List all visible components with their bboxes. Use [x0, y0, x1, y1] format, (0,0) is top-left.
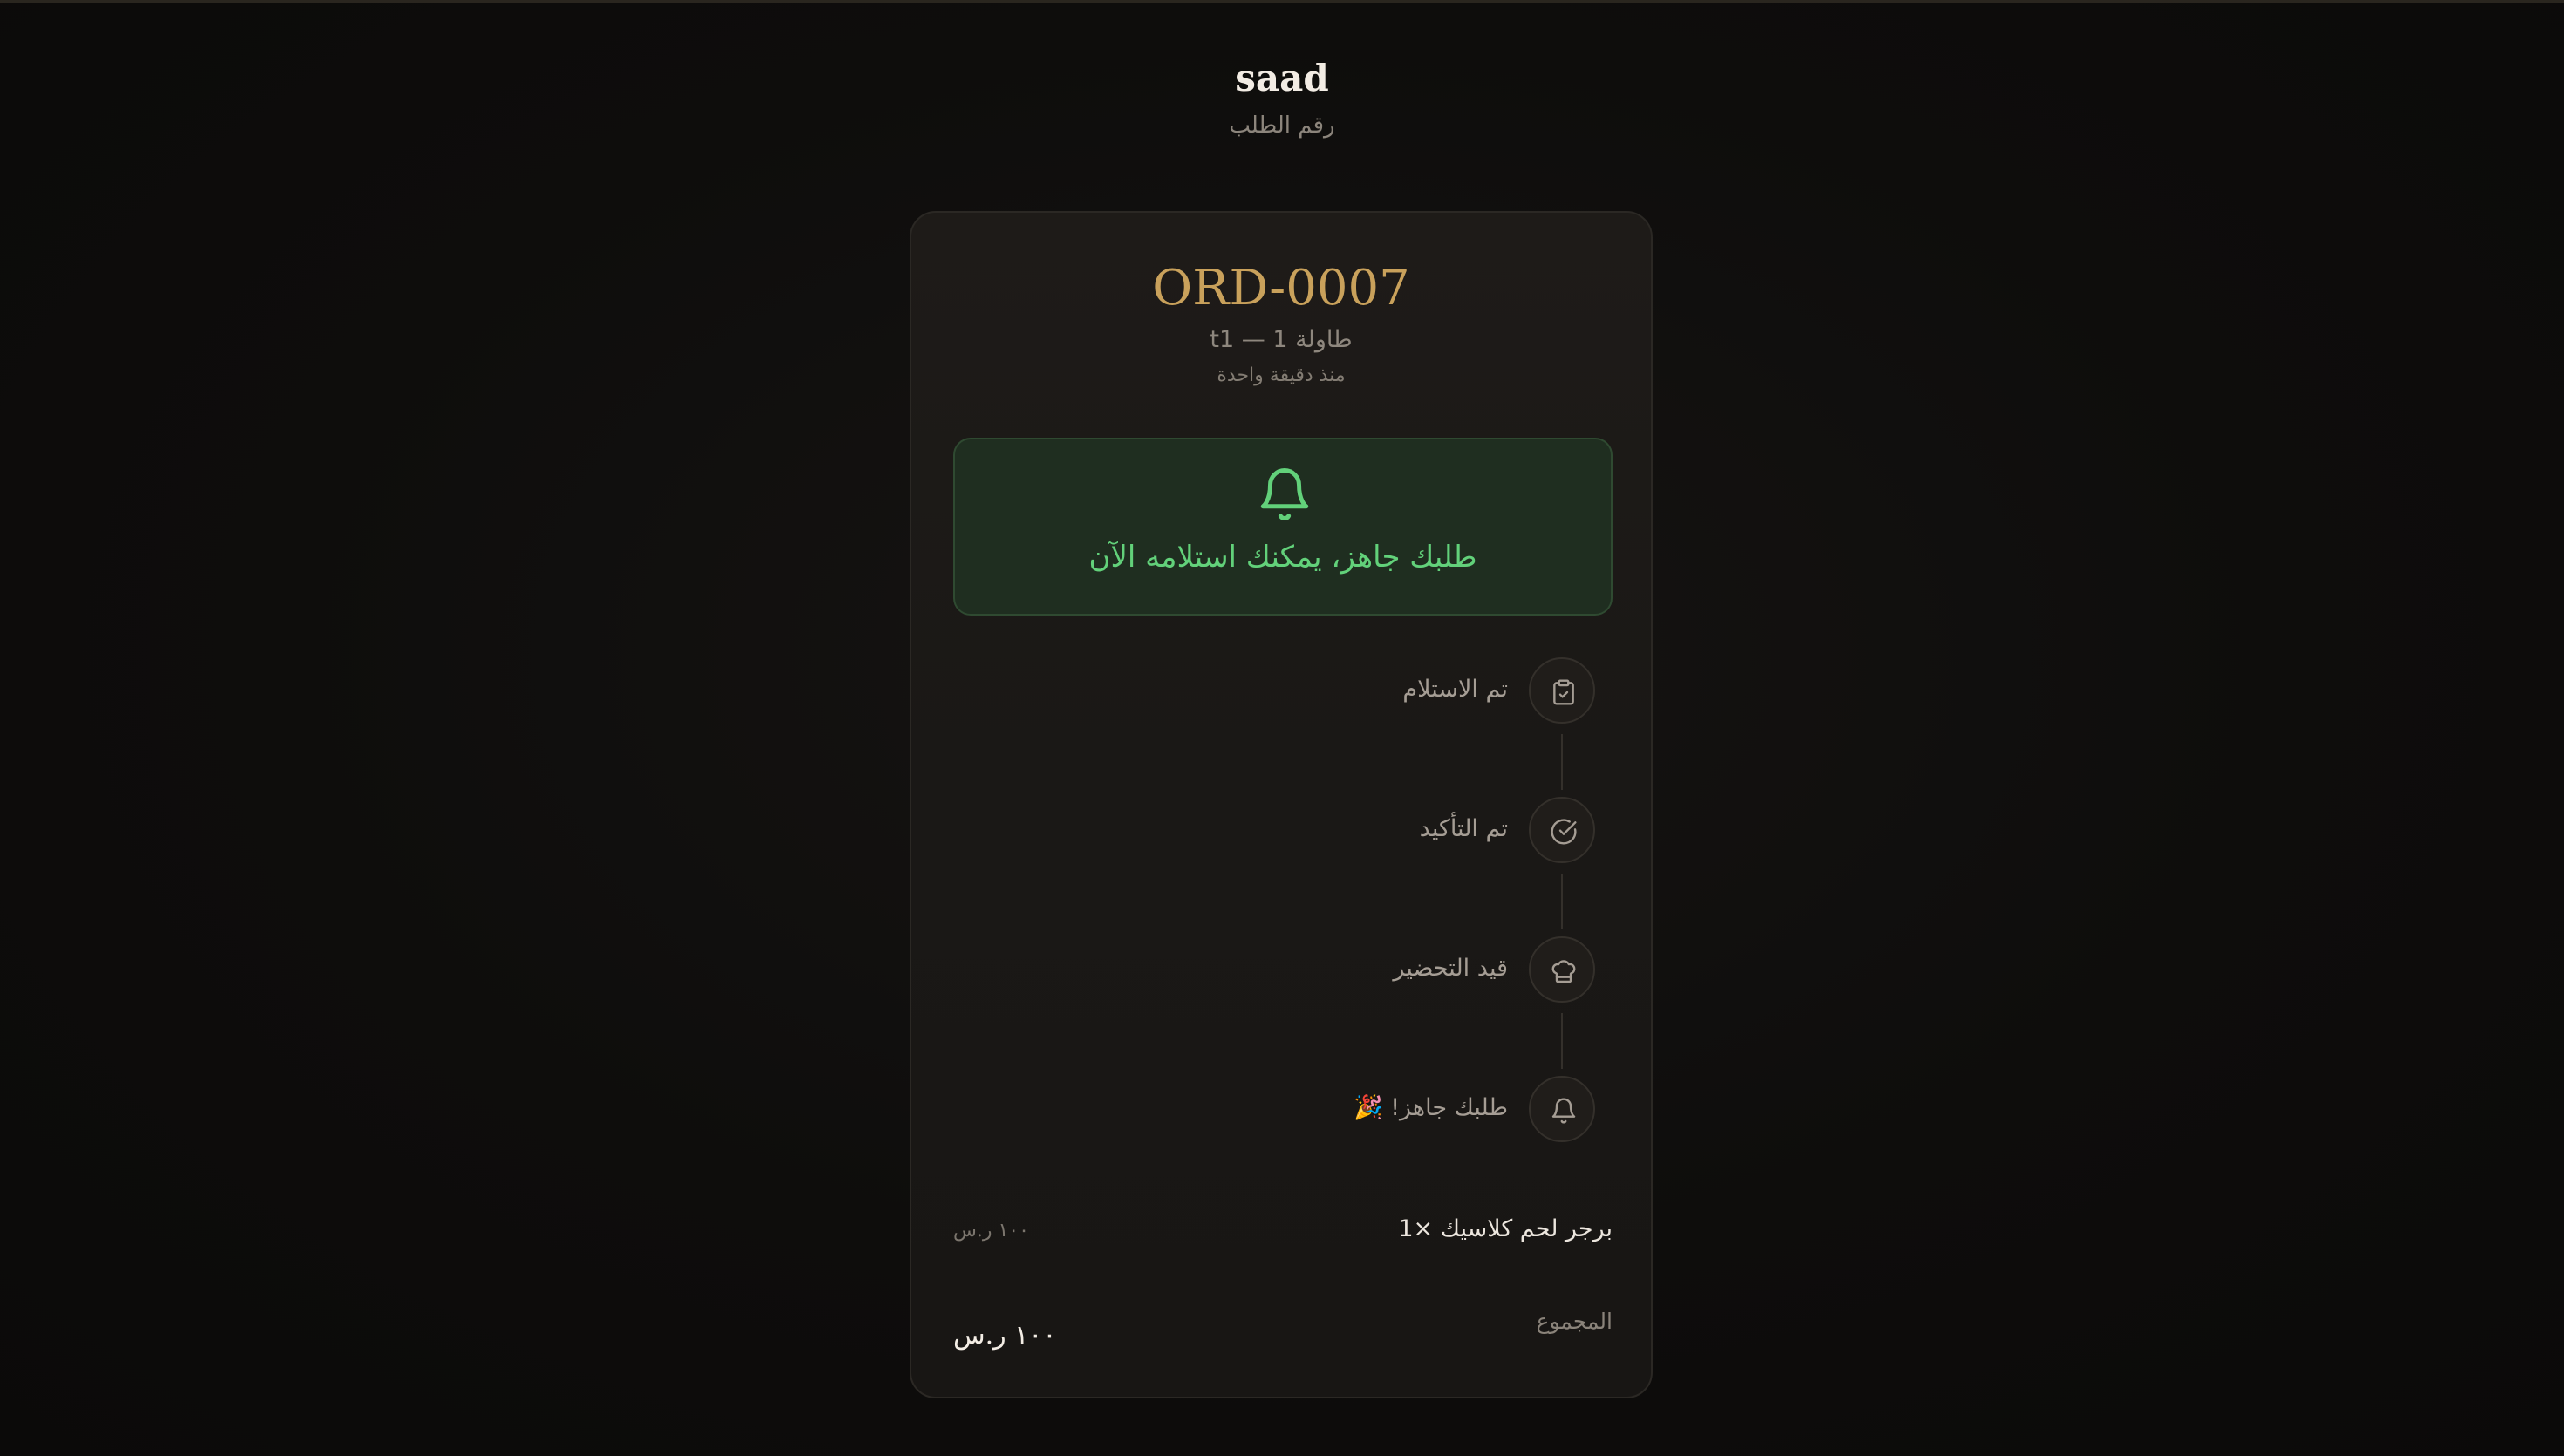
step-connector	[1561, 1013, 1563, 1069]
bell-icon	[1551, 1098, 1576, 1124]
step-icon-circle	[1529, 657, 1595, 724]
table-info: طاولة 1 — t1	[1210, 326, 1353, 353]
top-border	[0, 0, 2564, 3]
step-label: طلبك جاهز! 🎉	[1354, 1094, 1508, 1121]
step-connector	[1561, 734, 1563, 790]
ready-banner: طلبك جاهز، يمكنك استلامه الآن	[953, 438, 1613, 616]
store-name: saad	[1235, 57, 1329, 99]
bell-icon	[1260, 468, 1309, 520]
order-number: ORD-0007	[1152, 260, 1410, 316]
check-circle-icon	[1551, 819, 1577, 845]
ready-message: طلبك جاهز، يمكنك استلامه الآن	[1088, 540, 1477, 575]
item-price: ١٠٠ ر.س	[953, 1220, 1029, 1242]
step-icon-circle	[1529, 1076, 1595, 1142]
status-step-ready: طلبك جاهز! 🎉	[911, 1076, 1654, 1146]
status-step-preparing: قيد التحضير	[911, 936, 1654, 1006]
clipboard-check-icon	[1553, 679, 1574, 705]
order-total-row: المجموع ١٠٠ ر.س	[953, 1306, 1613, 1358]
order-item-row: 1× برجر لحم كلاسيك ١٠٠ ر.س	[953, 1212, 1613, 1250]
order-status-card: ORD-0007 طاولة 1 — t1 منذ دقيقة واحدة طل…	[910, 211, 1653, 1398]
step-label: تم التأكيد	[1419, 815, 1508, 842]
step-icon-circle	[1529, 797, 1595, 863]
step-label: قيد التحضير	[1393, 955, 1508, 982]
order-number-label: رقم الطلب	[1229, 112, 1335, 139]
order-time: منذ دقيقة واحدة	[1217, 364, 1346, 386]
step-connector	[1561, 874, 1563, 929]
status-step-received: تم الاستلام	[911, 657, 1654, 727]
step-label: تم الاستلام	[1402, 676, 1508, 703]
status-step-confirmed: تم التأكيد	[911, 797, 1654, 867]
total-value: ١٠٠ ر.س	[953, 1320, 1057, 1351]
chef-hat-icon	[1551, 960, 1576, 983]
total-label: المجموع	[1536, 1309, 1613, 1334]
page-header: saad رقم الطلب	[0, 54, 2564, 141]
item-name: 1× برجر لحم كلاسيك	[1398, 1215, 1613, 1242]
step-icon-circle	[1529, 936, 1595, 1003]
